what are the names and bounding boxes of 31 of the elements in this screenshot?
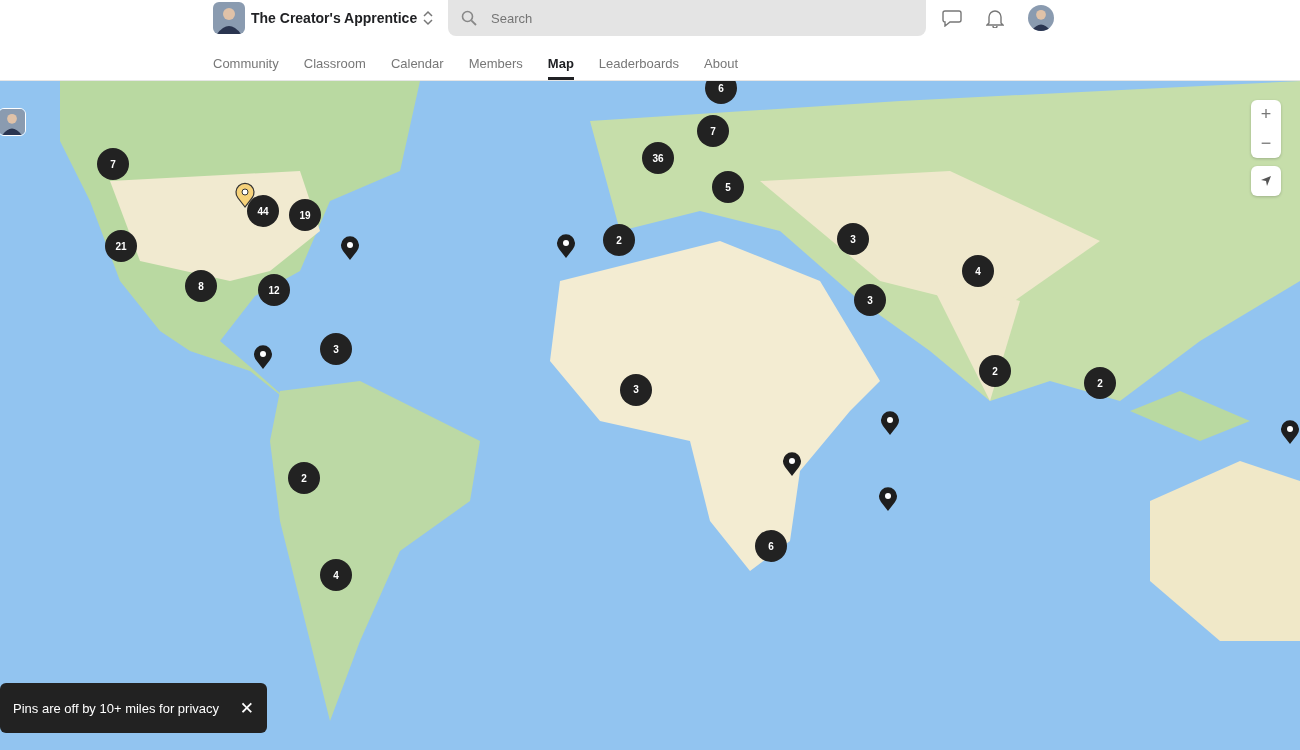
pin-icon[interactable] [235, 182, 255, 208]
nav-tab[interactable]: Calendar [390, 36, 444, 80]
zoom-in-button[interactable]: + [1251, 100, 1281, 129]
pin-icon[interactable] [878, 486, 898, 512]
avatar-icon [213, 2, 245, 34]
toast-message: Pins are off by 10+ miles for privacy [13, 700, 220, 716]
nav-tab[interactable]: Leaderboards [598, 36, 680, 80]
pin-icon[interactable] [880, 410, 900, 436]
avatar-marker[interactable] [0, 108, 26, 136]
nav-tab[interactable]: Members [468, 36, 523, 80]
bell-icon[interactable] [986, 8, 1004, 28]
user-avatar[interactable] [1028, 5, 1054, 31]
avatar-icon [0, 109, 25, 135]
search-field[interactable]: Search [448, 0, 926, 36]
navigation-arrow-icon [1260, 175, 1272, 187]
chevron-updown-icon[interactable] [422, 9, 434, 27]
nav-tab[interactable]: Community [213, 36, 279, 80]
chat-icon[interactable] [942, 9, 962, 27]
avatar-icon [1028, 5, 1054, 31]
nav-tab[interactable]: Classroom [303, 36, 366, 80]
pin-icon[interactable] [1280, 419, 1300, 445]
locate-button[interactable] [1251, 166, 1281, 196]
pin-icon[interactable] [782, 451, 802, 477]
nav-tab[interactable]: About [704, 36, 739, 80]
group-logo[interactable] [213, 2, 245, 34]
pin-icon[interactable] [556, 233, 576, 259]
group-name[interactable]: The Creator's Apprentice [251, 10, 416, 26]
pin-icon[interactable] [253, 344, 273, 370]
zoom-out-button[interactable]: − [1251, 129, 1281, 158]
close-button[interactable]: ✕ [239, 698, 254, 718]
pin-icon[interactable] [340, 235, 360, 261]
